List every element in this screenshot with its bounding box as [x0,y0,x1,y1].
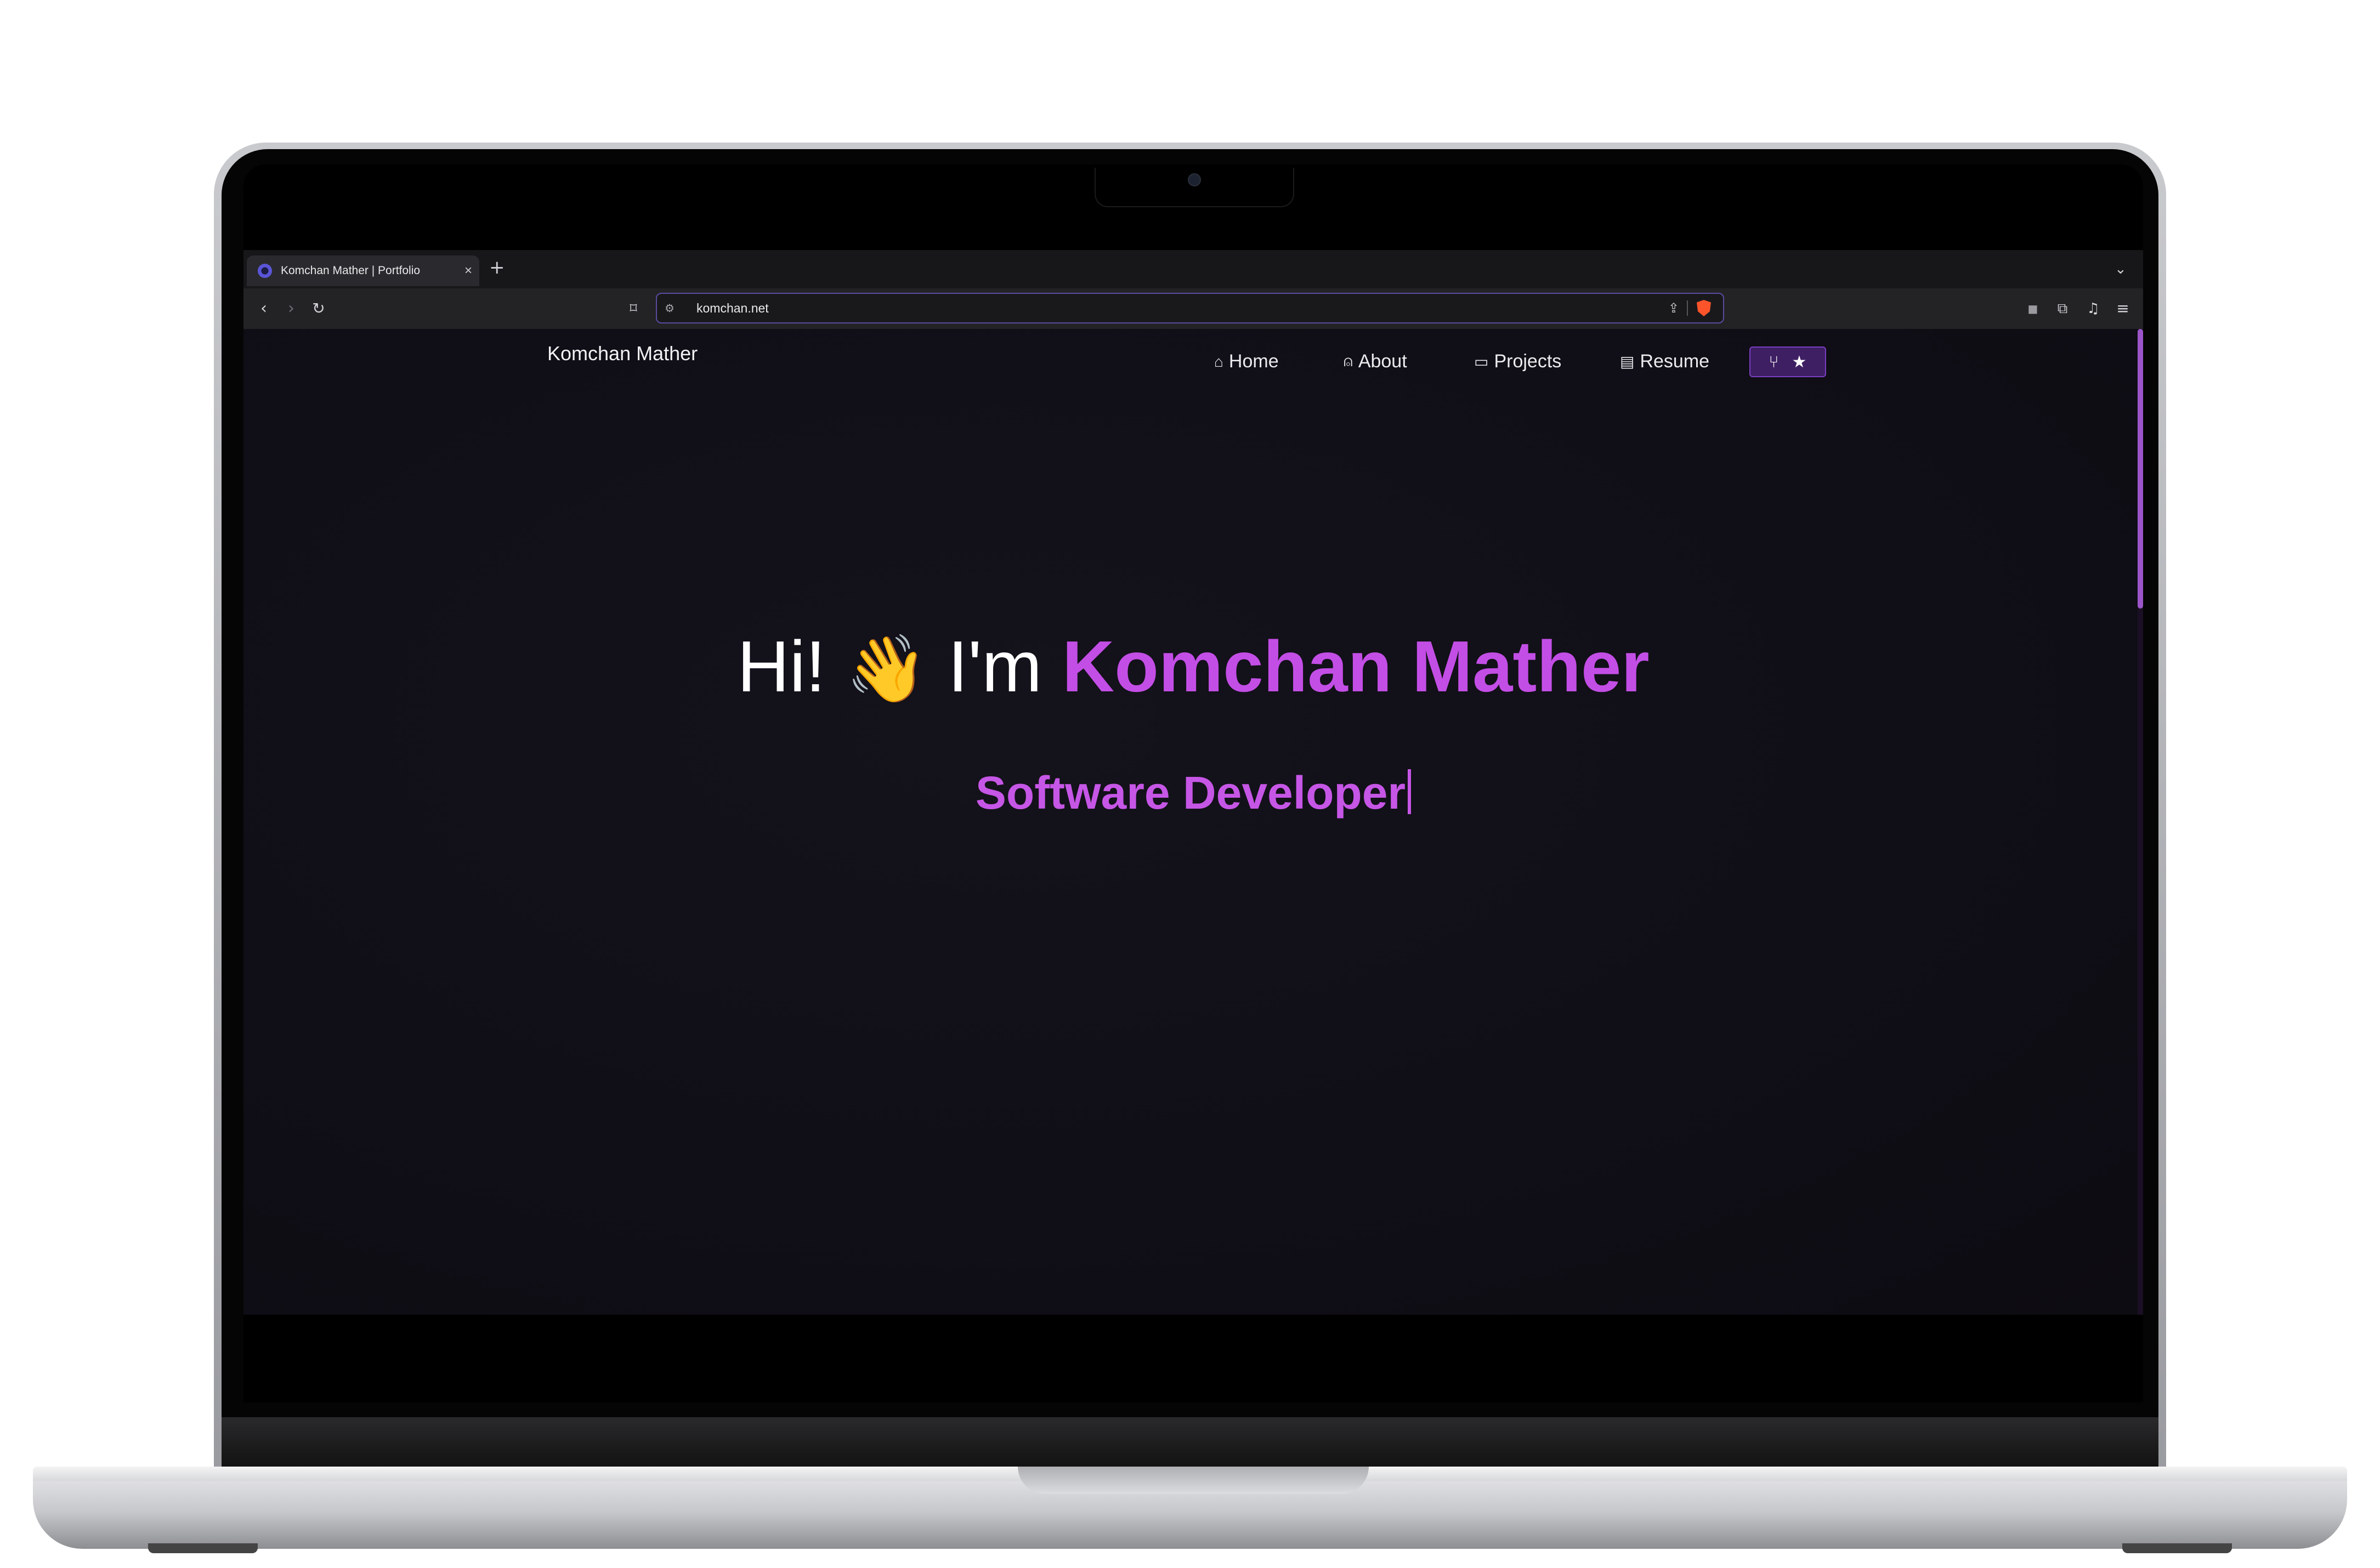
browser-tab-strip: Komchan Mather | Portfolio × [243,250,2143,288]
waving-hand-icon: 👋 [846,632,928,706]
address-bar[interactable]: ⚙ komchan.net ⇪ [656,293,1724,323]
tab-title: Komchan Mather | Portfolio [281,264,421,277]
fork-icon: ⑂ [1769,352,1779,372]
screen-bottom-bezel [243,1315,2143,1402]
bookmark-icon[interactable]: ⌑ [620,288,647,329]
nav-about[interactable]: ⍝ About [1344,351,1407,372]
site-brand[interactable]: Komchan Mather [547,342,698,365]
typing-cursor [1408,769,1412,814]
forward-icon[interactable]: › [277,288,305,329]
hero-role: Software Developer [243,766,2143,820]
nav-projects[interactable]: ▭ Projects [1474,351,1561,372]
document-icon: ▤ [1620,353,1635,370]
laptop-foot-right [2122,1543,2232,1553]
menu-icon[interactable]: ≡ [2109,288,2137,329]
brave-shields-icon[interactable] [1697,300,1711,316]
new-tab-icon[interactable]: + [489,257,505,279]
nav-home-label: Home [1228,351,1279,372]
hero-greeting: Hi! [737,626,826,707]
tab-list-chevron-icon[interactable]: ⌄ [2115,261,2127,277]
laptop-hinge [222,1417,2158,1469]
camera-icon [1188,173,1201,186]
nav-resume[interactable]: ▤ Resume [1620,351,1709,372]
hero-heading: Hi! 👋 I'm Komchan Mather [243,625,2143,708]
laptop-screen: Komchan Mather | Portfolio × + ⌄ ‹ › ↻ ⌑… [243,164,2143,1402]
address-bar-divider [1687,300,1688,316]
wallet-icon[interactable]: ■ [2019,288,2047,329]
extensions-icon[interactable]: ⧉ [2049,288,2076,329]
laptop-thumb-cutout [1018,1467,1369,1494]
tab-close-icon[interactable]: × [457,263,479,279]
site-settings-icon[interactable]: ⚙ [665,302,683,315]
laptop-foot-left [148,1543,258,1553]
scrollbar-thumb[interactable] [2138,329,2143,609]
back-icon[interactable]: ‹ [250,288,277,329]
github-fork-star-button[interactable]: ⑂ ★ [1749,346,1826,377]
site-favicon-icon [258,264,272,278]
reload-icon[interactable]: ↻ [305,288,332,329]
nav-projects-label: Projects [1494,351,1562,372]
media-icon[interactable]: ♫ [2079,288,2107,329]
browser-tab[interactable]: Komchan Mather | Portfolio × [247,255,479,286]
nav-about-label: About [1358,351,1407,372]
home-icon: ⌂ [1214,353,1223,370]
star-icon: ★ [1792,352,1807,372]
share-icon[interactable]: ⇪ [1668,300,1679,316]
hero-intro: I'm [948,626,1042,707]
user-icon: ⍝ [1344,353,1353,370]
web-page: Komchan Mather ⌂ Home ⍝ About ▭ Projects… [243,329,2143,1315]
hero-name: Komchan Mather [1062,626,1650,707]
hero-role-text: Software Developer [975,767,1406,819]
nav-home[interactable]: ⌂ Home [1214,351,1279,372]
address-bar-url[interactable]: komchan.net [696,301,1668,316]
projects-icon: ▭ [1474,353,1489,370]
nav-resume-label: Resume [1640,351,1710,372]
